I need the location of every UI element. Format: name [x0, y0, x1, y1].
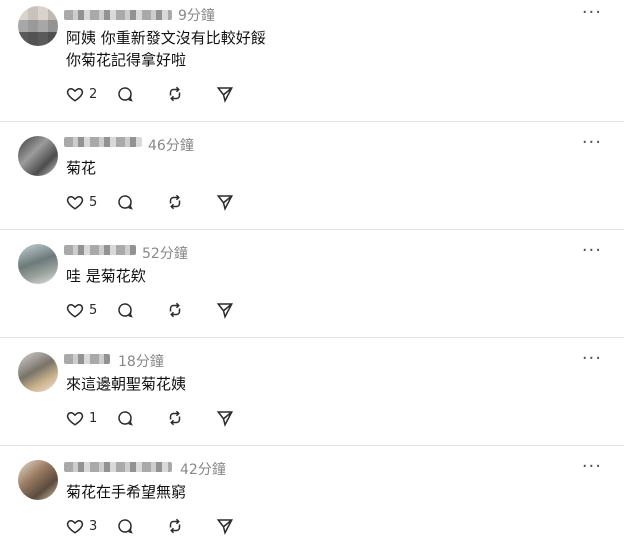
- post-text-line: 菊花: [66, 159, 97, 177]
- action-bar: 3: [66, 517, 266, 535]
- post-time: 18分鐘: [118, 354, 164, 370]
- post: 18分鐘 ··· 來這邊朝聖菊花姨 1: [0, 338, 624, 444]
- comment-icon: [118, 195, 133, 210]
- action-bar: 2: [66, 85, 266, 103]
- more-options-icon[interactable]: ···: [582, 348, 602, 369]
- post-text-line: 哇 是菊花欸: [66, 267, 146, 285]
- heart-icon: [66, 303, 84, 318]
- repost-icon: [169, 518, 181, 534]
- username-blurred[interactable]: [64, 137, 142, 147]
- repost-button[interactable]: [166, 85, 216, 103]
- like-count: 1: [89, 410, 98, 426]
- avatar[interactable]: [18, 136, 58, 176]
- action-bar: 5: [66, 301, 266, 319]
- comment-button[interactable]: [116, 517, 166, 535]
- like-count: 5: [89, 302, 98, 318]
- comment-icon: [118, 303, 133, 318]
- share-button[interactable]: [216, 301, 266, 319]
- heart-icon: [66, 411, 84, 426]
- post-text-line: 阿姨 你重新發文沒有比較好餒: [66, 29, 266, 47]
- repost-icon: [169, 410, 181, 426]
- share-icon: [216, 303, 233, 319]
- post: 52分鐘 ··· 哇 是菊花欸 5: [0, 230, 624, 336]
- repost-button[interactable]: [166, 409, 216, 427]
- post-text-line: 你菊花記得拿好啦: [66, 51, 187, 69]
- post: 9分鐘 ··· 阿姨 你重新發文沒有比較好餒 你菊花記得拿好啦 2: [0, 0, 624, 106]
- action-bar: 1: [66, 409, 266, 427]
- like-count: 3: [89, 518, 98, 534]
- comment-button[interactable]: [116, 301, 166, 319]
- repost-icon: [169, 302, 181, 318]
- username-blurred[interactable]: [64, 10, 172, 20]
- post-time: 9分鐘: [178, 8, 215, 24]
- share-icon: [216, 411, 233, 427]
- post: 46分鐘 ··· 菊花 5: [0, 122, 624, 228]
- repost-button[interactable]: [166, 301, 216, 319]
- avatar[interactable]: [18, 460, 58, 500]
- repost-icon: [169, 194, 181, 210]
- heart-icon: [66, 519, 84, 534]
- more-options-icon[interactable]: ···: [582, 240, 602, 261]
- share-icon: [216, 195, 233, 211]
- comment-icon: [118, 411, 133, 426]
- heart-icon: [66, 195, 84, 210]
- share-button[interactable]: [216, 193, 266, 211]
- share-button[interactable]: [216, 85, 266, 103]
- avatar[interactable]: [18, 6, 58, 46]
- like-button[interactable]: 1: [66, 409, 116, 427]
- like-button[interactable]: 5: [66, 301, 116, 319]
- like-count: 5: [89, 194, 98, 210]
- post-time: 42分鐘: [180, 462, 226, 478]
- post: 42分鐘 ··· 菊花在手希望無窮 3: [0, 446, 624, 552]
- share-button[interactable]: [216, 409, 266, 427]
- post-text-line: 來這邊朝聖菊花姨: [66, 375, 187, 393]
- repost-icon: [169, 86, 181, 102]
- action-bar: 5: [66, 193, 266, 211]
- like-count: 2: [89, 86, 98, 102]
- username-blurred[interactable]: [64, 462, 172, 472]
- comment-button[interactable]: [116, 193, 166, 211]
- comment-icon: [118, 87, 133, 102]
- more-options-icon[interactable]: ···: [582, 456, 602, 477]
- username-blurred[interactable]: [64, 354, 110, 364]
- username-blurred[interactable]: [64, 245, 136, 255]
- post-time: 52分鐘: [142, 246, 188, 262]
- avatar[interactable]: [18, 244, 58, 284]
- share-button[interactable]: [216, 517, 266, 535]
- comment-button[interactable]: [116, 85, 166, 103]
- comment-button[interactable]: [116, 409, 166, 427]
- heart-icon: [66, 87, 84, 102]
- like-button[interactable]: 3: [66, 517, 116, 535]
- like-button[interactable]: 2: [66, 85, 116, 103]
- share-icon: [216, 87, 233, 103]
- share-icon: [216, 519, 233, 535]
- repost-button[interactable]: [166, 193, 216, 211]
- like-button[interactable]: 5: [66, 193, 116, 211]
- post-text-line: 菊花在手希望無窮: [66, 483, 187, 501]
- avatar[interactable]: [18, 352, 58, 392]
- repost-button[interactable]: [166, 517, 216, 535]
- comment-icon: [118, 519, 133, 534]
- more-options-icon[interactable]: ···: [582, 2, 602, 23]
- more-options-icon[interactable]: ···: [582, 132, 602, 153]
- post-time: 46分鐘: [148, 138, 194, 154]
